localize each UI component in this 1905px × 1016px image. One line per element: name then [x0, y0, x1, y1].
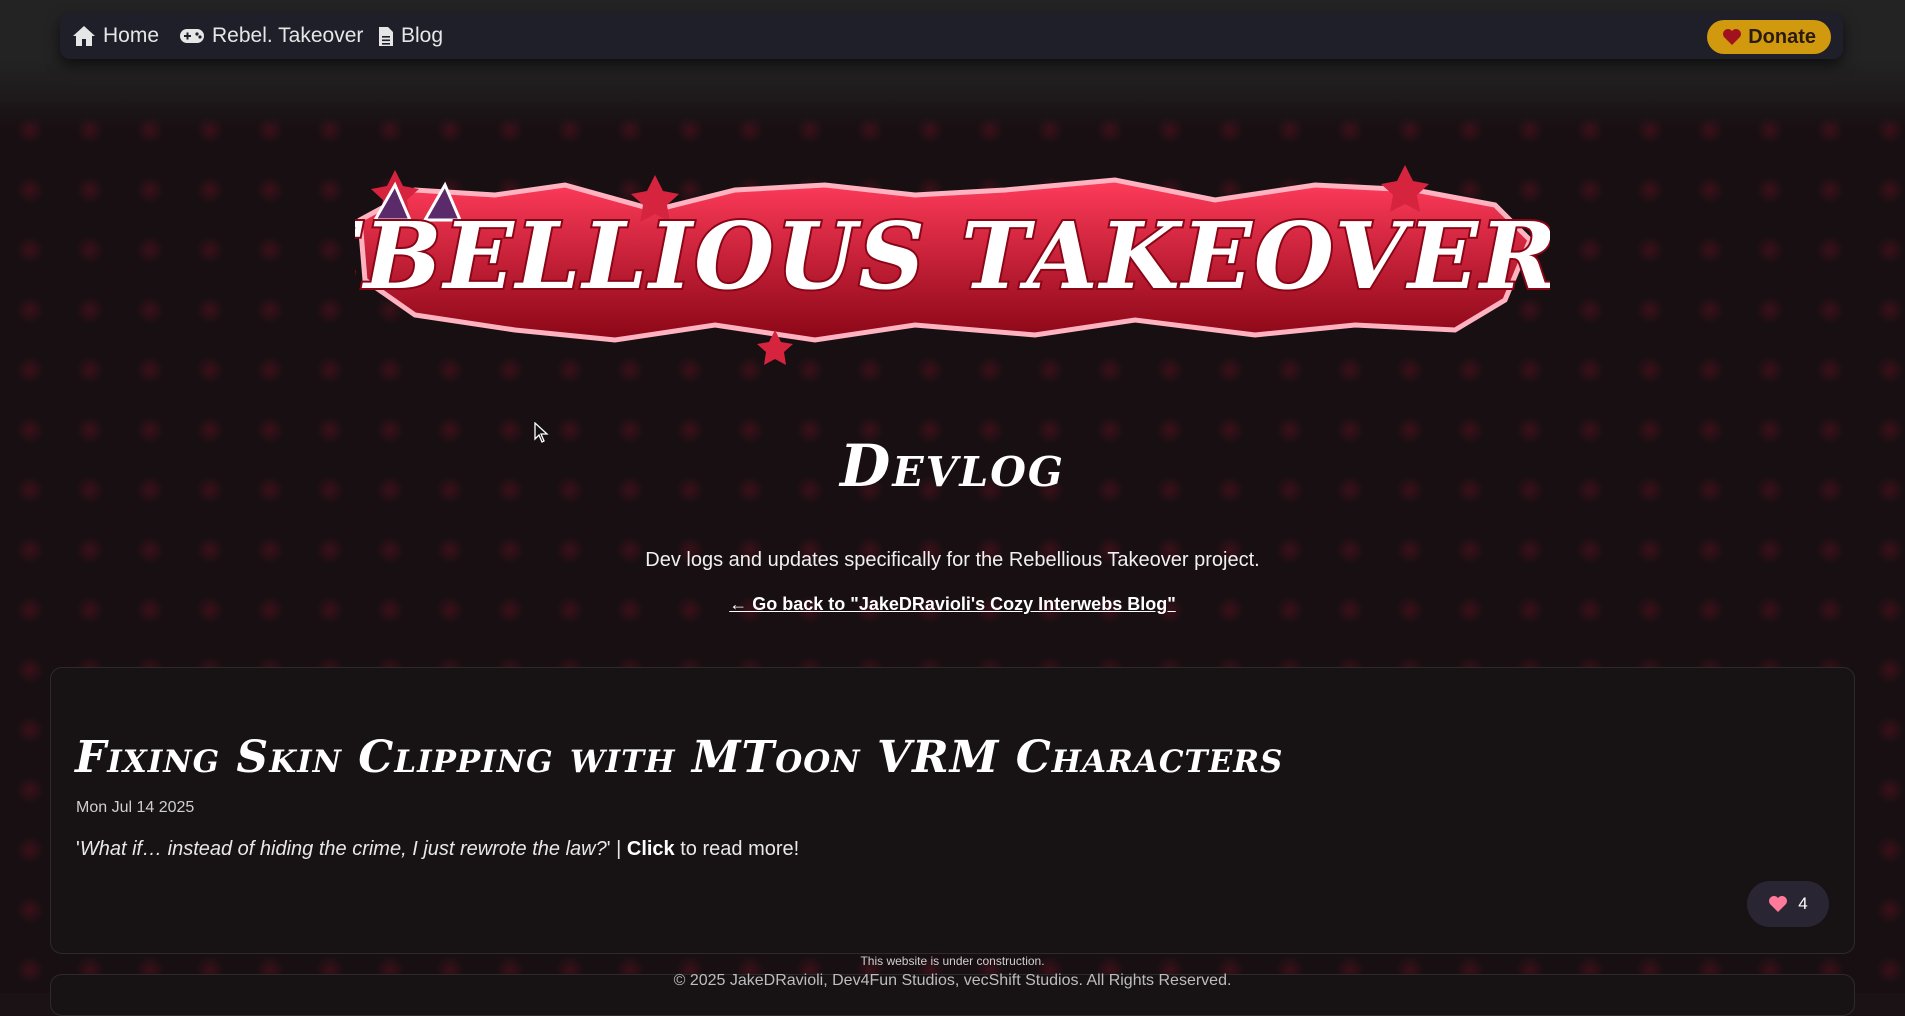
read-more-link[interactable]: Click: [627, 838, 675, 860]
nav-blog-label: Blog: [401, 24, 444, 47]
nav-home[interactable]: Home: [72, 13, 159, 59]
document-icon: [379, 26, 393, 46]
post-excerpt: 'What if… instead of hiding the crime, I…: [76, 838, 799, 861]
page-subtitle: Dev logs and updates specifically for th…: [645, 549, 1260, 571]
nav-home-label: Home: [103, 24, 160, 47]
page-title: Devlog: [840, 432, 1065, 500]
excerpt-tail: to read more!: [674, 838, 800, 860]
top-navbar: Home Rebel. Takeover Blog Donate: [60, 13, 1843, 59]
construction-notice: This website is under construction.: [860, 954, 1045, 968]
like-count: 4: [1798, 894, 1808, 913]
heart-icon: [1769, 896, 1788, 912]
nav-rebel-takeover[interactable]: Rebel. Takeover: [179, 13, 363, 59]
copyright-text: © 2025 JakeDRavioli, Dev4Fun Studios, ve…: [673, 972, 1232, 989]
home-icon: [73, 26, 95, 46]
donate-button[interactable]: Donate: [1707, 20, 1831, 54]
nav-blog[interactable]: Blog: [378, 13, 443, 59]
post-card[interactable]: Fixing Skin Clipping with MToon VRM Char…: [50, 667, 1855, 954]
back-to-blog-link[interactable]: ← Go back to "JakeDRavioli's Cozy Interw…: [0, 594, 1905, 615]
donate-label: Donate: [1748, 25, 1816, 48]
like-button[interactable]: 4: [1747, 881, 1829, 927]
nav-rebel-takeover-label: Rebel. Takeover: [212, 24, 364, 47]
logo-text: REBELLIOUS TAKEOVER!?: [355, 202, 1550, 310]
post-date: Mon Jul 14 2025: [76, 799, 195, 816]
heart-icon: [1723, 29, 1742, 45]
gamepad-icon: [180, 29, 204, 43]
rebellious-takeover-logo: REBELLIOUS TAKEOVER!?: [208, 150, 1657, 370]
post-title[interactable]: Fixing Skin Clipping with MToon VRM Char…: [75, 732, 1283, 783]
excerpt-quote: What if… instead of hiding the crime, I …: [79, 838, 607, 860]
excerpt-quote-close: ' |: [606, 838, 627, 860]
